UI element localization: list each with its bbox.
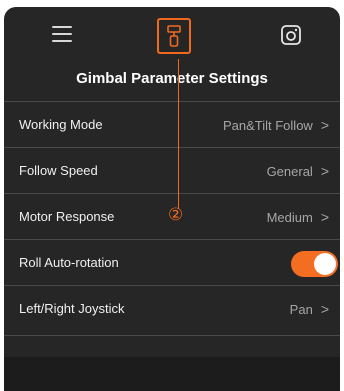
gimbal-icon xyxy=(167,25,181,47)
setting-label: Left/Right Joystick xyxy=(19,301,125,316)
setting-working-mode[interactable]: Working Mode Pan&Tilt Follow > xyxy=(4,101,340,147)
chevron-right-icon: > xyxy=(320,117,329,133)
setting-label: Roll Auto-rotation xyxy=(19,255,119,270)
app-screen: Gimbal Parameter Settings Working Mode P… xyxy=(4,7,340,391)
setting-roll-auto-rotation: Roll Auto-rotation xyxy=(4,239,340,285)
bottom-bar xyxy=(4,357,340,391)
roll-auto-rotation-toggle[interactable] xyxy=(291,251,338,277)
camera-icon[interactable] xyxy=(281,25,301,45)
setting-value: Medium > xyxy=(267,194,329,241)
gimbal-settings-button[interactable] xyxy=(157,18,191,54)
setting-joystick[interactable]: Left/Right Joystick Pan > xyxy=(4,285,340,331)
setting-label: Follow Speed xyxy=(19,163,98,178)
chevron-right-icon: > xyxy=(320,163,329,179)
hamburger-menu-icon[interactable] xyxy=(52,26,72,43)
setting-label: Motor Response xyxy=(19,209,115,224)
chevron-right-icon: > xyxy=(320,209,329,225)
setting-value: Pan > xyxy=(290,286,329,333)
setting-value: Pan&Tilt Follow > xyxy=(223,102,329,149)
annotation-line xyxy=(178,59,179,209)
setting-value: General > xyxy=(267,148,329,195)
top-bar xyxy=(4,7,340,57)
setting-follow-speed[interactable]: Follow Speed General > xyxy=(4,147,340,193)
divider xyxy=(4,335,340,336)
chevron-right-icon: > xyxy=(320,301,329,317)
toggle-knob xyxy=(314,253,336,275)
page-title: Gimbal Parameter Settings xyxy=(76,70,268,87)
annotation-number: ② xyxy=(168,205,184,224)
setting-label: Working Mode xyxy=(19,117,103,132)
